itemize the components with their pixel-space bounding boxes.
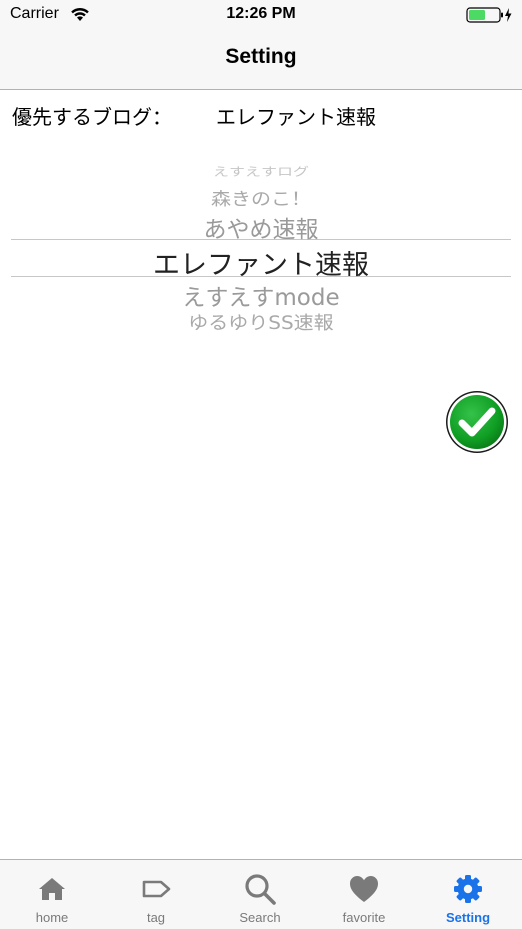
tab-label: favorite — [342, 910, 386, 925]
picker-item-selected[interactable]: エレファント速報 — [11, 243, 511, 282]
tab-tag[interactable]: tag — [104, 860, 208, 929]
picker-item[interactable]: ゆるゆりSS速報 — [11, 308, 511, 335]
page-title: Setting — [225, 45, 297, 68]
picker-item[interactable]: えすえすmode — [11, 278, 511, 312]
tab-label: tag — [146, 910, 166, 925]
tab-label: Setting — [445, 910, 491, 925]
home-icon — [39, 878, 65, 900]
search-icon — [245, 874, 276, 905]
navigation-bar: Setting — [0, 30, 522, 90]
gear-icon — [454, 875, 482, 903]
tab-favorite[interactable]: favorite — [312, 860, 416, 929]
tag-icon — [142, 880, 171, 898]
status-bar: Carrier 12:26 PM — [0, 0, 522, 30]
tab-label: Search — [239, 910, 281, 925]
tab-home[interactable]: home — [0, 860, 104, 929]
preferred-blog-label: 優先するブログ： — [12, 105, 172, 129]
status-time: 12:26 PM — [226, 5, 296, 22]
tab-search[interactable]: Search — [208, 860, 312, 929]
picker-item[interactable]: 森きのこ！ — [11, 185, 511, 211]
picker-item[interactable]: えすえすログ — [11, 162, 511, 179]
confirm-button[interactable] — [445, 390, 509, 454]
preferred-blog-value: エレファント速報 — [216, 105, 376, 129]
tab-label: home — [35, 910, 69, 925]
picker-item[interactable]: あやめ速報 — [11, 210, 511, 244]
heart-icon — [350, 876, 378, 902]
checkmark-icon — [446, 391, 508, 453]
tab-setting[interactable]: Setting — [416, 860, 520, 929]
blog-picker[interactable]: えすえすログ 森きのこ！ あやめ速報 エレファント速報 えすえすmode ゆるゆ… — [11, 155, 511, 340]
battery-icon — [466, 7, 512, 23]
tab-bar: home tag Search favorite Setting — [0, 859, 522, 929]
